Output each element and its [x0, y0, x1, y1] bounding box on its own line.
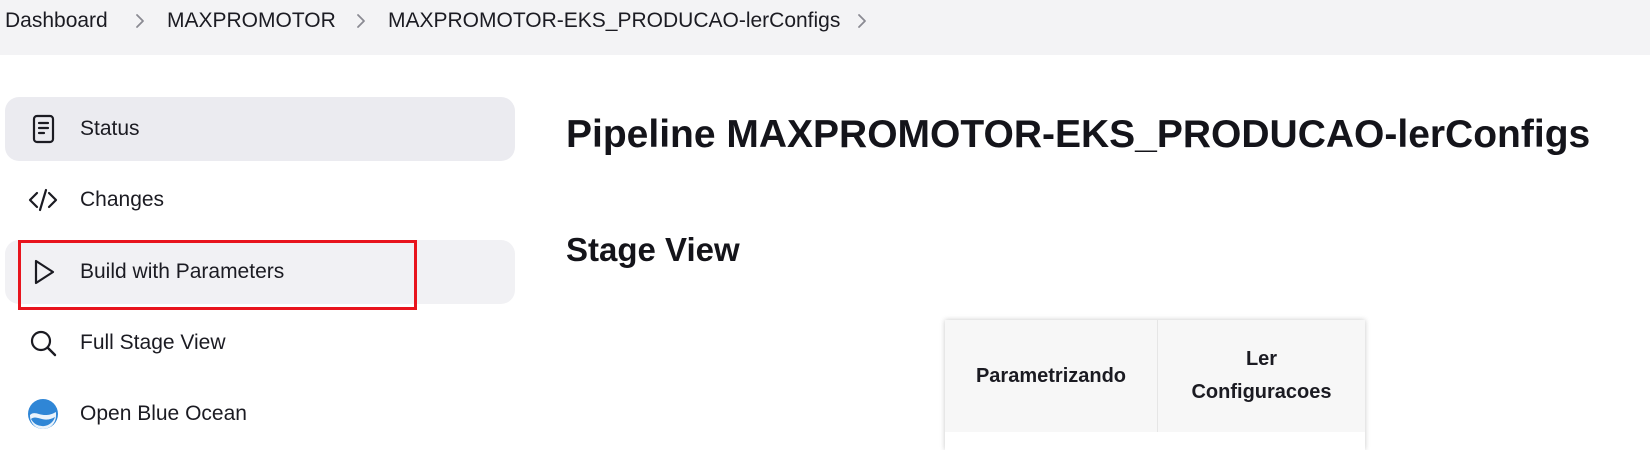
- stage-view-table: Parametrizando Ler Configuracoes: [945, 320, 1365, 450]
- sidebar-item-label: Full Stage View: [80, 331, 226, 354]
- sidebar-item-changes[interactable]: Changes: [5, 168, 515, 232]
- chevron-right-icon: [357, 14, 365, 28]
- stage-header-label: Parametrizando: [975, 365, 1127, 387]
- chevron-right-icon: [136, 14, 144, 28]
- sidebar-item-label: Changes: [80, 188, 165, 211]
- stage-view-title: Stage View: [566, 231, 740, 268]
- sidebar-item-label: Open Blue Ocean: [80, 402, 247, 425]
- sidebar-item-full-stage-view[interactable]: Full Stage View: [5, 311, 515, 375]
- breadcrumb-maxpromotor[interactable]: MAXPROMOTOR: [167, 8, 336, 34]
- code-icon: [28, 188, 58, 212]
- stage-header-label: Ler: [1245, 348, 1278, 370]
- sidebar-item-open-blue-ocean[interactable]: Open Blue Ocean: [5, 382, 515, 446]
- sidebar-item-status[interactable]: Status: [5, 97, 515, 161]
- chevron-right-icon[interactable]: [855, 9, 869, 33]
- highlight-box: [18, 240, 417, 310]
- breadcrumb-job[interactable]: MAXPROMOTOR-EKS_PRODUCAO-lerConfigs: [388, 8, 840, 34]
- stage-header-ler-configuracoes[interactable]: Ler Configuracoes: [1158, 320, 1365, 432]
- document-icon: [32, 114, 55, 144]
- blue-ocean-icon: [28, 399, 58, 429]
- stage-header-label: Configuracoes: [1191, 381, 1332, 403]
- page-title: Pipeline MAXPROMOTOR-EKS_PRODUCAO-lerCon…: [566, 113, 1591, 156]
- breadcrumb: Dashboard MAXPROMOTOR MAXPROMOTOR-EKS_PR…: [0, 0, 1650, 55]
- stage-header-parametrizando[interactable]: Parametrizando: [945, 320, 1158, 432]
- breadcrumb-dashboard[interactable]: Dashboard: [5, 8, 108, 34]
- sidebar-item-label: Status: [80, 117, 140, 140]
- search-icon: [30, 330, 57, 357]
